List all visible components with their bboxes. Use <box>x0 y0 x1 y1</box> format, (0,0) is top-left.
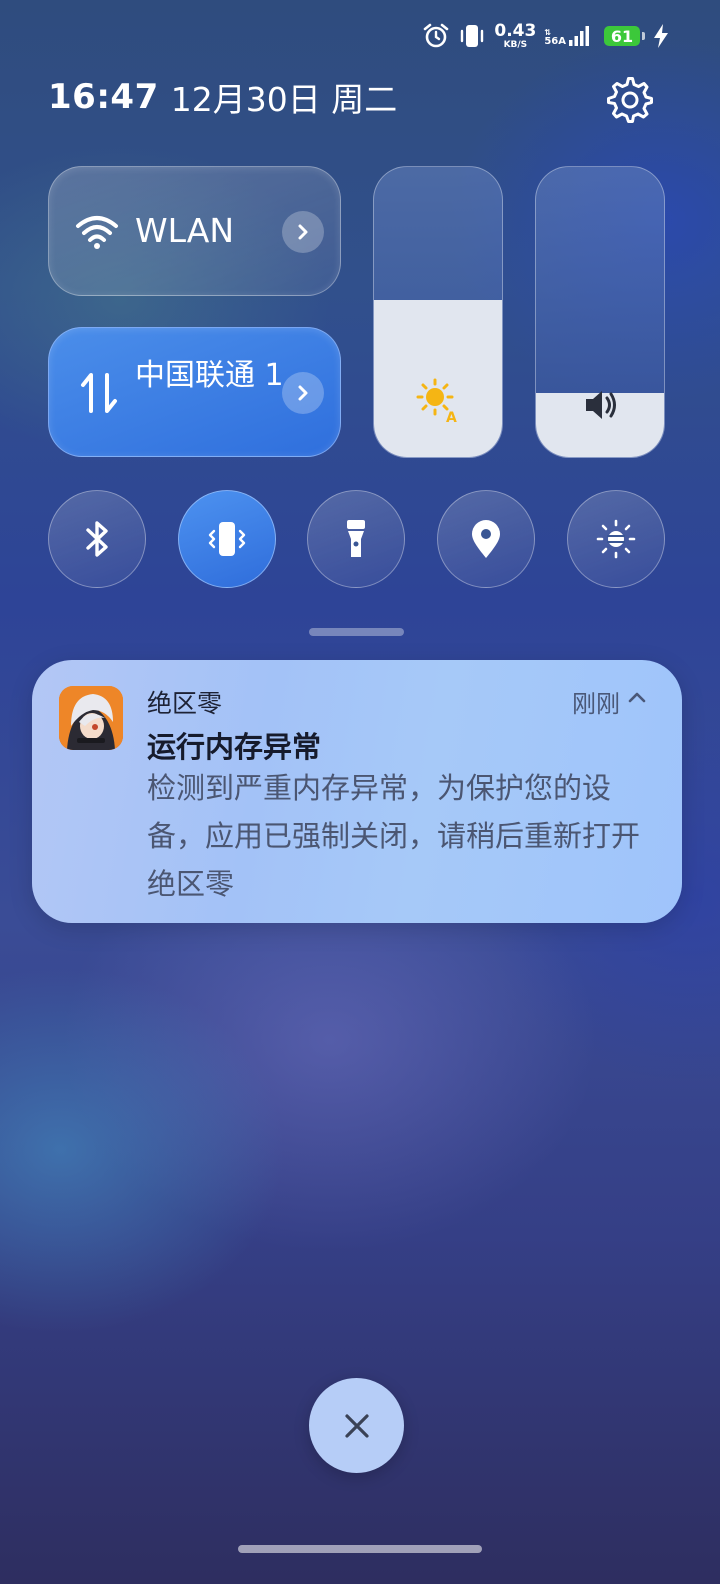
battery-level: 61 <box>610 26 634 46</box>
app-name: 绝区零 <box>147 689 223 718</box>
location-icon <box>472 520 500 558</box>
wlan-expand-button[interactable] <box>282 211 324 253</box>
mobile-data-icon <box>81 373 117 413</box>
vibrate-icon <box>461 25 484 47</box>
wifi-icon <box>76 216 118 249</box>
chevron-right-icon <box>298 385 308 401</box>
signal-indicator: ⇅ 56A <box>544 25 590 47</box>
mobile-data-tile[interactable]: 中国联通 1 <box>48 327 341 457</box>
collapse-button[interactable] <box>626 686 648 712</box>
wlan-label: WLAN <box>135 211 235 250</box>
game-avatar-icon <box>59 686 123 750</box>
status-bar: 0.43 KB/S ⇅ 56A 61 <box>0 0 720 76</box>
gear-icon <box>607 77 653 123</box>
time-date-row: 16:47 12月30日 周二 <box>48 72 397 122</box>
location-toggle[interactable] <box>437 490 535 588</box>
chevron-right-icon <box>298 224 308 240</box>
date-label: 12月30日 周二 <box>170 80 398 119</box>
mobile-data-expand-button[interactable] <box>282 372 324 414</box>
brightness-slider[interactable]: A <box>373 166 503 458</box>
chevron-up-icon <box>628 692 646 703</box>
notification-time: 刚刚 <box>572 690 620 718</box>
vibrate-icon <box>208 522 246 556</box>
notification-title: 运行内存异常 <box>147 730 322 764</box>
notification-card[interactable]: 绝区零 刚刚 运行内存异常 检测到严重内存异常，为保护您的设备，应用已强制关闭，… <box>32 660 682 923</box>
settings-button[interactable] <box>606 76 654 124</box>
volume-slider[interactable] <box>535 166 665 458</box>
charging-icon <box>654 24 668 48</box>
notification-body: 检测到严重内存异常，为保护您的设备，应用已强制关闭，请稍后重新打开绝区零 <box>147 771 641 901</box>
eye-comfort-toggle[interactable] <box>567 490 665 588</box>
bluetooth-toggle[interactable] <box>48 490 146 588</box>
svg-text:A: A <box>446 410 457 423</box>
flashlight-icon <box>347 520 365 557</box>
battery-indicator: 61 <box>604 26 645 46</box>
wlan-tile[interactable]: WLAN <box>48 166 341 296</box>
eye-comfort-icon <box>596 519 636 559</box>
speaker-icon <box>586 391 616 419</box>
signal-icon <box>569 26 589 46</box>
clear-all-button[interactable] <box>309 1378 404 1473</box>
network-speed: 0.43 KB/S <box>494 20 537 50</box>
carrier-label: 中国联通 1 <box>135 358 284 393</box>
home-indicator[interactable] <box>238 1545 482 1553</box>
net-speed-unit: KB/S <box>503 39 528 50</box>
flashlight-toggle[interactable] <box>307 490 405 588</box>
close-icon <box>344 1413 369 1438</box>
app-icon <box>59 686 123 750</box>
auto-brightness-icon: A <box>416 378 457 423</box>
vibrate-toggle[interactable] <box>178 490 276 588</box>
bluetooth-icon <box>86 521 108 557</box>
network-type: 56A <box>544 36 566 47</box>
panel-drag-handle[interactable] <box>309 628 404 636</box>
alarm-icon <box>424 23 449 48</box>
net-speed-value: 0.43 <box>494 20 537 41</box>
clock-time: 16:47 <box>48 77 159 117</box>
